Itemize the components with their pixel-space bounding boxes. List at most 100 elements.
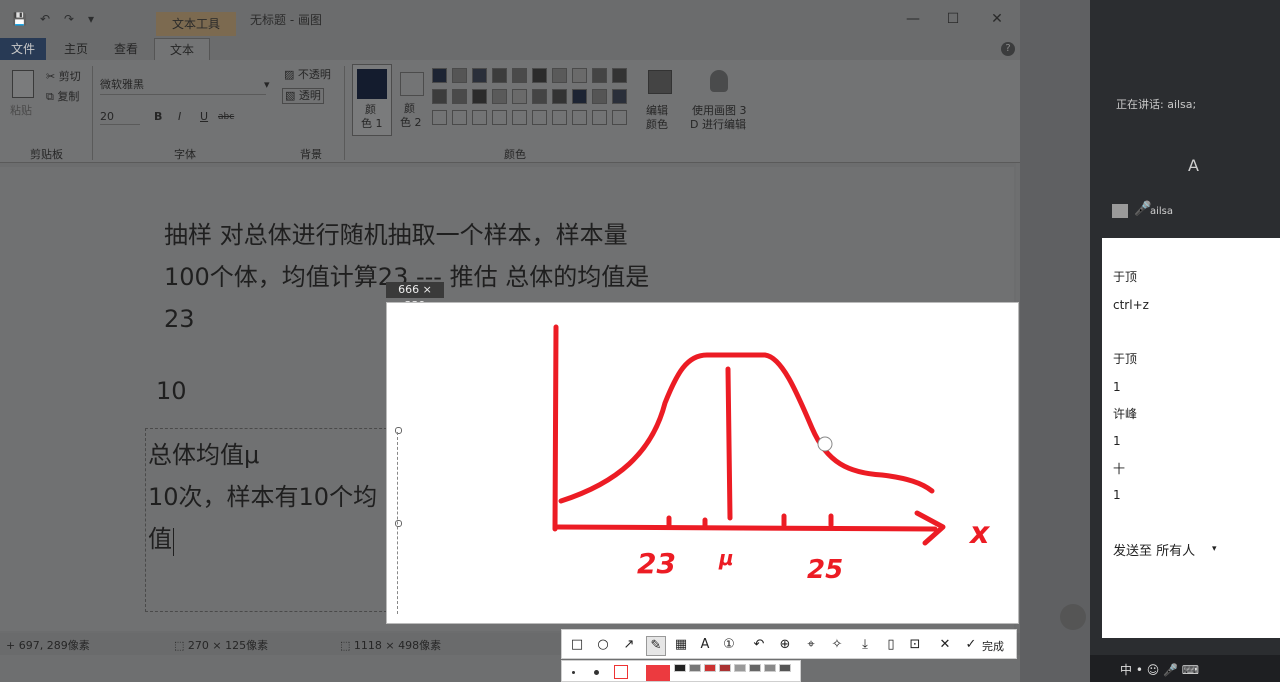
palette-swatch[interactable] — [452, 89, 467, 104]
pen-color-swatch[interactable] — [674, 664, 686, 672]
arrow-tool-icon[interactable]: ↗ — [620, 636, 638, 654]
palette-swatch[interactable] — [592, 89, 607, 104]
palette-swatch[interactable] — [592, 110, 607, 125]
paint3d-label-line1[interactable]: 使用画图 3 — [692, 104, 747, 118]
capture-toolbar: □ ○ ↗ ✎ ▦ A ① ↶ ⊕ ⌖ ✧ ⤓ ▯ ⊡ ✕ ✓ 完成 — [561, 629, 1017, 659]
palette-swatch[interactable] — [512, 89, 527, 104]
palette-swatch[interactable] — [552, 68, 567, 83]
rectangle-tool-icon[interactable]: □ — [568, 636, 586, 654]
undo-icon[interactable]: ↶ — [38, 12, 52, 26]
palette-swatch[interactable] — [492, 68, 507, 83]
group-label-font: 字体 — [174, 148, 196, 161]
cut-button[interactable]: ✂ 剪切 — [46, 70, 81, 84]
palette-swatch[interactable] — [612, 110, 627, 125]
transparent-button[interactable]: ▧ 透明 — [282, 88, 324, 104]
minimize-button[interactable]: — — [902, 10, 924, 28]
tab-file[interactable]: 文件 — [0, 38, 46, 60]
palette-swatch[interactable] — [472, 89, 487, 104]
palette-swatch[interactable] — [572, 89, 587, 104]
paste-button[interactable]: 粘贴 — [10, 104, 32, 118]
paint3d-label-line2[interactable]: D 进行编辑 — [690, 118, 746, 132]
cancel-icon[interactable]: ✕ — [936, 636, 954, 654]
palette-swatch[interactable] — [452, 110, 467, 125]
palette-swatch[interactable] — [592, 68, 607, 83]
palette-swatch[interactable] — [572, 68, 587, 83]
pen-color-swatch[interactable] — [704, 664, 716, 672]
palette-swatch[interactable] — [492, 110, 507, 125]
chevron-down-icon[interactable]: ▾ — [264, 78, 270, 92]
undo-icon[interactable]: ↶ — [750, 636, 768, 654]
send-to-selector[interactable]: 发送至 所有人 — [1113, 540, 1195, 559]
tab-home[interactable]: 主页 — [64, 38, 88, 60]
opaque-button[interactable]: ▨ 不透明 — [284, 68, 331, 82]
pen-color-swatch[interactable] — [719, 664, 731, 672]
current-color-swatch[interactable] — [646, 665, 670, 681]
palette-swatch[interactable] — [472, 110, 487, 125]
italic-button[interactable]: I — [178, 110, 181, 124]
pen-tool-icon[interactable]: ✎ — [646, 636, 666, 656]
palette-swatch[interactable] — [552, 89, 567, 104]
edit-colors-label-line2[interactable]: 颜色 — [646, 118, 668, 132]
maximize-button[interactable]: ☐ — [942, 10, 964, 28]
capture-region[interactable]: 23 μ 25 x — [387, 303, 1018, 623]
pen-color-swatch[interactable] — [734, 664, 746, 672]
close-button[interactable]: ✕ — [986, 10, 1008, 28]
mosaic-tool-icon[interactable]: ▦ — [672, 636, 690, 654]
palette-swatch[interactable] — [532, 89, 547, 104]
tray-icons[interactable]: 中 • ☺ 🎤 ⌨ — [1120, 661, 1199, 678]
phone-icon[interactable]: ▯ — [882, 636, 900, 654]
customize-quick-access-icon[interactable]: ▾ — [84, 12, 98, 26]
pen-color-swatch[interactable] — [764, 664, 776, 672]
chat-message: ctrl+z — [1113, 298, 1149, 312]
tab-view[interactable]: 查看 — [114, 38, 138, 60]
palette-swatch[interactable] — [512, 68, 527, 83]
copy-button[interactable]: ⧉ 复制 — [46, 90, 79, 104]
pen-color-swatch[interactable] — [749, 664, 761, 672]
palette-swatch[interactable] — [432, 89, 447, 104]
palette-swatch[interactable] — [612, 89, 627, 104]
help-icon[interactable]: ? — [1001, 42, 1015, 56]
pin-icon[interactable]: ⊕ — [776, 636, 794, 654]
ocr-icon[interactable]: ⌖ — [802, 636, 820, 654]
palette-swatch[interactable] — [492, 89, 507, 104]
strikethrough-button[interactable]: abc — [218, 110, 234, 124]
size-medium-dot[interactable] — [594, 670, 599, 675]
size-small-dot[interactable] — [572, 671, 575, 674]
palette-swatch[interactable] — [452, 68, 467, 83]
pen-color-swatch[interactable] — [779, 664, 791, 672]
chat-message: 十 — [1113, 462, 1126, 476]
underline-button[interactable]: U — [200, 110, 208, 124]
serial-number-tool-icon[interactable]: ① — [720, 636, 738, 654]
palette-swatch[interactable] — [572, 110, 587, 125]
ellipse-tool-icon[interactable]: ○ — [594, 636, 612, 654]
palette-swatch[interactable] — [432, 68, 447, 83]
check-icon[interactable]: ✓ — [962, 636, 980, 654]
text-tool-icon[interactable]: A — [696, 636, 714, 654]
done-button[interactable]: 完成 — [982, 638, 1004, 654]
save-icon[interactable]: 💾 — [12, 12, 27, 26]
chevron-down-icon[interactable]: ▾ — [1212, 544, 1217, 554]
palette-swatch[interactable] — [612, 68, 627, 83]
palette-swatch[interactable] — [532, 110, 547, 125]
font-size-select[interactable]: 20 — [100, 110, 140, 125]
color1-button[interactable]: 颜 色 1 — [352, 64, 392, 136]
font-size-icon[interactable]: A — [1188, 156, 1199, 175]
palette-swatch[interactable] — [532, 68, 547, 83]
tab-text[interactable]: 文本 — [154, 38, 210, 60]
canvas-text-line: 抽样 对总体进行随机抽取一个样本，样本量 — [164, 221, 628, 249]
color2-button[interactable]: 颜 色 2 — [396, 64, 428, 136]
font-family-select[interactable]: 微软雅黑 — [100, 78, 266, 95]
palette-swatch[interactable] — [472, 68, 487, 83]
redo-icon[interactable]: ↷ — [62, 12, 76, 26]
translate-icon[interactable]: ✧ — [828, 636, 846, 654]
palette-swatch[interactable] — [512, 110, 527, 125]
scissors-icon: ✂ — [46, 70, 56, 83]
bookmark-icon[interactable]: ⊡ — [906, 636, 924, 654]
bold-button[interactable]: B — [154, 110, 162, 124]
download-icon[interactable]: ⤓ — [856, 636, 874, 654]
palette-swatch[interactable] — [552, 110, 567, 125]
pen-color-swatch[interactable] — [689, 664, 701, 672]
edit-colors-label-line1[interactable]: 编辑 — [646, 104, 668, 118]
size-large-dot[interactable] — [614, 665, 628, 679]
palette-swatch[interactable] — [432, 110, 447, 125]
